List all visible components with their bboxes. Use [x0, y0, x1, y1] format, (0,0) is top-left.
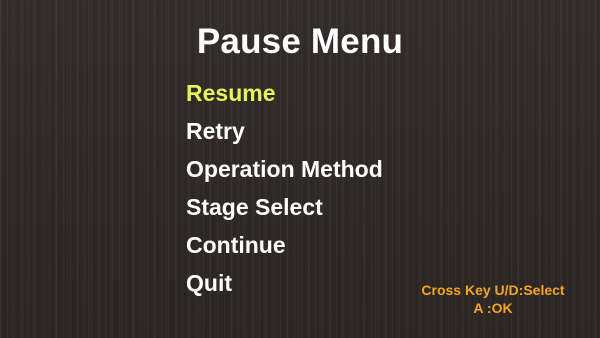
pause-menu-list: Resume Retry Operation Method Stage Sele…: [186, 78, 383, 306]
menu-item-stage-select[interactable]: Stage Select: [186, 192, 383, 230]
controls-hint-ok: A :OK: [473, 300, 513, 316]
menu-item-retry[interactable]: Retry: [186, 116, 383, 154]
controls-hint-select: Cross Key U/D:Select: [421, 282, 565, 298]
menu-item-continue[interactable]: Continue: [186, 230, 383, 268]
menu-item-resume[interactable]: Resume: [186, 78, 383, 116]
menu-item-quit[interactable]: Quit: [186, 268, 383, 306]
menu-item-operation-method[interactable]: Operation Method: [186, 154, 383, 192]
pause-menu-title: Pause Menu: [196, 22, 404, 61]
controls-hint: Cross Key U/D:Select A :OK: [408, 281, 578, 317]
